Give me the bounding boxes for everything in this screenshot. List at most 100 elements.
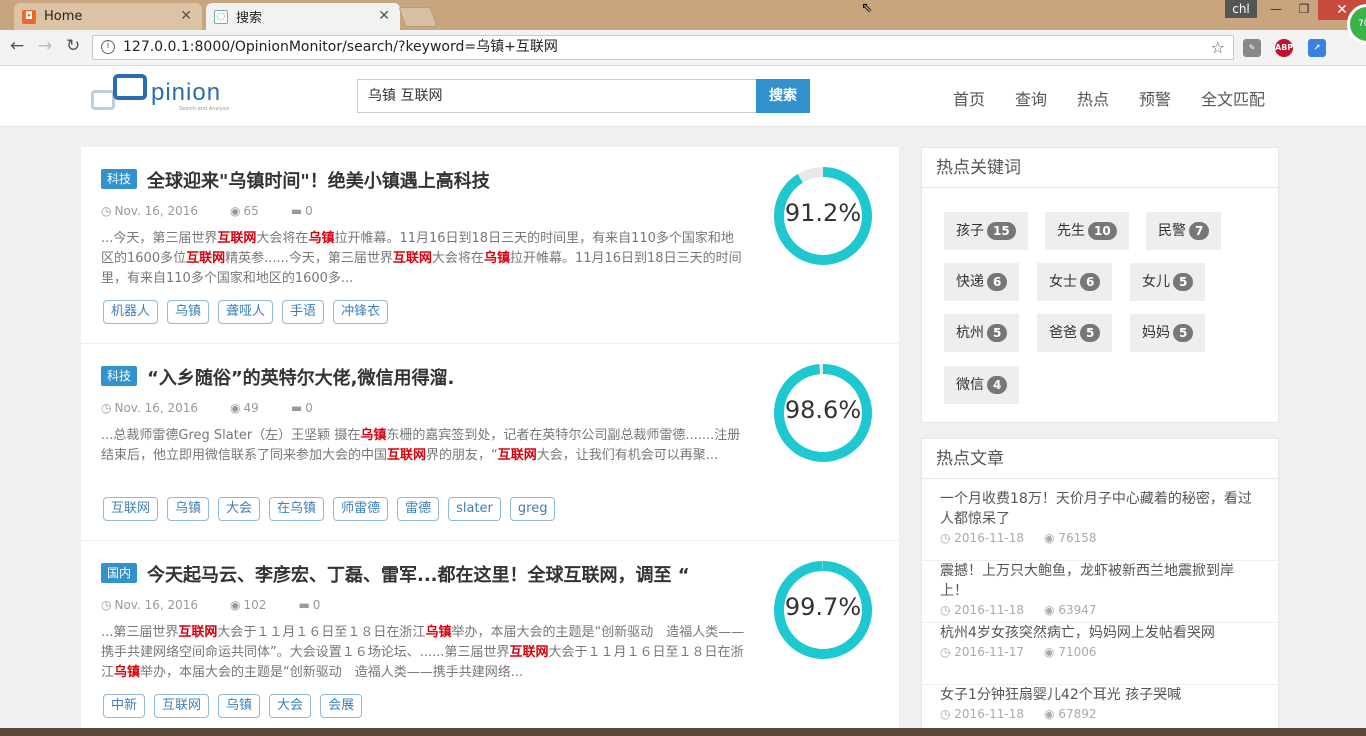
tag-chip[interactable]: 乌镇 xyxy=(167,300,210,324)
article-meta: ◷ Nov. 16, 2016 ◉ 49 ▬ 0 xyxy=(101,401,345,415)
snippet-text: 大会将在 xyxy=(431,251,484,266)
keyword-count-badge: 5 xyxy=(1173,273,1194,291)
relevance-ring: 98.6% xyxy=(772,362,874,464)
search-button[interactable]: 搜索 xyxy=(756,79,810,113)
nav-query[interactable]: 查询 xyxy=(1015,86,1047,110)
tag-chip[interactable]: slater xyxy=(448,497,501,521)
adblock-icon[interactable]: ABP xyxy=(1275,39,1293,57)
search-input[interactable]: 乌镇 互联网 xyxy=(357,79,757,113)
address-bar[interactable]: i 127.0.0.1:8000/OpinionMonitor/search/?… xyxy=(92,35,1234,60)
bookmark-star-icon[interactable]: ☆ xyxy=(1211,36,1225,59)
extension-translate-icon[interactable]: ✎ xyxy=(1243,39,1261,57)
keyword-chip[interactable]: 孩子 15 xyxy=(944,212,1028,250)
info-icon[interactable]: i xyxy=(101,40,115,54)
category-badge[interactable]: 国内 xyxy=(101,563,138,583)
hot-article-title[interactable]: 震撼！上万只大鲍鱼，龙虾被新西兰地震掀到岸上！ xyxy=(940,561,1260,601)
tag-chip[interactable]: 师雷德 xyxy=(333,497,389,521)
relevance-ring: 91.2% xyxy=(772,165,874,267)
keyword-highlight: 互联网 xyxy=(497,448,537,463)
keyword-label: 孩子 xyxy=(956,223,984,239)
category-badge[interactable]: 科技 xyxy=(101,366,138,386)
logo-bubble-front xyxy=(113,74,147,100)
relevance-score: 98.6% xyxy=(784,396,862,424)
keyword-chip[interactable]: 女儿 5 xyxy=(1130,263,1206,301)
keyword-chip[interactable]: 女士 6 xyxy=(1037,263,1113,301)
nav-hot[interactable]: 热点 xyxy=(1077,86,1109,110)
keyword-chip[interactable]: 先生 10 xyxy=(1045,212,1129,250)
hot-article-title[interactable]: 女子1分钟狂扇婴儿42个耳光 孩子哭喊 xyxy=(940,685,1260,705)
maximize-icon[interactable]: ❐ xyxy=(1290,0,1318,20)
keyword-chip[interactable]: 民警 7 xyxy=(1146,212,1222,250)
tab-home[interactable]: ◘ Home ✕ xyxy=(14,3,202,30)
tab-search[interactable]: ◌ 搜索 ✕ xyxy=(206,3,400,30)
tag-chip[interactable]: 大会 xyxy=(269,694,312,718)
tag-chip[interactable]: 互联网 xyxy=(154,694,210,718)
category-badge[interactable]: 科技 xyxy=(101,169,138,189)
hot-article-date: ◷ 2016-11-17 xyxy=(940,645,1025,659)
logo-bubble-back xyxy=(91,90,115,110)
profile-user-label[interactable]: chl xyxy=(1225,0,1257,18)
article-snippet: ...总裁师雷德Greg Slater（左）王坚颖 摄在乌镇东栅的嘉宾签到处，记… xyxy=(101,426,746,466)
extension-blue-icon[interactable]: ↗ xyxy=(1308,39,1326,57)
minimize-icon[interactable]: — xyxy=(1262,0,1290,20)
nav-fulltext[interactable]: 全文匹配 xyxy=(1201,86,1265,110)
hot-articles-title: 热点文章 xyxy=(922,439,1278,479)
article-list: 科技 全球迎来"乌镇时间"！绝美小镇遇上高科技 ◷ Nov. 16, 2016 ◉… xyxy=(81,147,899,736)
hot-article-item[interactable]: 一个月收费18万！天价月子中心藏着的秘密，看过人都惊呆了 ◷ 2016-11-18… xyxy=(922,489,1278,561)
forward-icon[interactable]: → xyxy=(38,36,52,56)
nav-home[interactable]: 首页 xyxy=(953,86,985,110)
hot-article-item[interactable]: 震撼！上万只大鲍鱼，龙虾被新西兰地震掀到岸上！ ◷ 2016-11-18 ◉ 639… xyxy=(922,561,1278,623)
article-date: Nov. 16, 2016 xyxy=(114,401,199,415)
article-date: Nov. 16, 2016 xyxy=(114,204,199,218)
hot-article-item[interactable]: 杭州4岁女孩突然病亡，妈妈网上发帖看哭网 ◷ 2016-11-17 ◉ 71006 xyxy=(922,623,1278,685)
tag-chip[interactable]: 冲锋衣 xyxy=(333,300,389,324)
article-title[interactable]: “入乡随俗”的英特尔大佬,微信用得溜. xyxy=(147,364,454,390)
article-title[interactable]: 全球迎来"乌镇时间"！绝美小镇遇上高科技 xyxy=(147,167,490,193)
hot-article-title[interactable]: 一个月收费18万！天价月子中心藏着的秘密，看过人都惊呆了 xyxy=(940,489,1260,529)
tag-chip[interactable]: 手语 xyxy=(282,300,325,324)
tag-chip[interactable]: 乌镇 xyxy=(167,497,210,521)
keyword-highlight: 互联网 xyxy=(509,645,549,660)
hot-article-views: ◉ 67892 xyxy=(1044,707,1097,721)
article-item: 科技 全球迎来"乌镇时间"！绝美小镇遇上高科技 ◷ Nov. 16, 2016 ◉… xyxy=(81,147,899,344)
snippet-text: 界的朋友，“ xyxy=(426,448,498,463)
clock-icon: ◷ xyxy=(101,598,112,612)
back-icon[interactable]: ← xyxy=(10,36,24,56)
tag-chip[interactable]: 中新 xyxy=(103,694,146,718)
article-snippet: ...第三届世界互联网大会于１１月１６日至１８日在浙江乌镇举办，本届大会的主题是… xyxy=(101,623,746,683)
tab-search-close-icon[interactable]: ✕ xyxy=(378,8,390,24)
keyword-chip[interactable]: 快递 6 xyxy=(944,263,1020,301)
article-views: 102 xyxy=(243,598,267,612)
tab-home-close-icon[interactable]: ✕ xyxy=(180,8,192,24)
logo-subtitle: Search and Analysis xyxy=(179,106,230,112)
tag-chip[interactable]: 雷德 xyxy=(397,497,440,521)
hot-article-title[interactable]: 杭州4岁女孩突然病亡，妈妈网上发帖看哭网 xyxy=(940,623,1260,643)
nav-alert[interactable]: 预警 xyxy=(1139,86,1171,110)
hot-keywords-panel: 热点关键词 孩子 15 先生 10 民警 7 快递 6 女士 6 女儿 5 杭州 5 爸爸 5 妈妈 5 微信 4 xyxy=(921,147,1279,423)
tag-chip[interactable]: 互联网 xyxy=(103,497,159,521)
browser-titlebar: ◘ Home ✕ ◌ 搜索 ✕ ⇖ chl — ❐ ✕ xyxy=(0,0,1366,30)
keyword-count-badge: 5 xyxy=(1173,324,1194,342)
keyword-chip[interactable]: 妈妈 5 xyxy=(1130,314,1206,352)
tag-chip[interactable]: greg xyxy=(509,497,556,521)
reload-icon[interactable]: ↻ xyxy=(66,36,80,56)
keyword-chip[interactable]: 杭州 5 xyxy=(944,314,1020,352)
comment-icon: ▬ xyxy=(298,598,310,612)
keyword-chip[interactable]: 微信 4 xyxy=(944,366,1020,404)
keyword-chip[interactable]: 爸爸 5 xyxy=(1037,314,1113,352)
tag-chip[interactable]: 会展 xyxy=(320,694,363,718)
opinion-logo[interactable]: pinion Search and Analysis xyxy=(91,74,241,116)
hot-article-meta: ◷ 2016-11-18 ◉ 76158 xyxy=(940,531,1260,545)
new-tab-button[interactable] xyxy=(398,7,438,27)
mouse-cursor-icon: ⇖ xyxy=(861,0,873,16)
tag-list: 互联网 乌镇 大会 在乌镇 师雷德 雷德 slater greg xyxy=(103,497,564,521)
tag-chip[interactable]: 乌镇 xyxy=(218,694,261,718)
keyword-label: 快递 xyxy=(956,274,984,290)
tag-chip[interactable]: 在乌镇 xyxy=(269,497,325,521)
article-title[interactable]: 今天起马云、李彦宏、丁磊、雷军...都在这里！全球互联网，调至 “ xyxy=(147,561,690,587)
relevance-ring: 99.7% xyxy=(772,559,874,661)
tag-chip[interactable]: 聋哑人 xyxy=(218,300,274,324)
url-text: 127.0.0.1:8000/OpinionMonitor/search/?ke… xyxy=(123,39,558,55)
tag-chip[interactable]: 机器人 xyxy=(103,300,159,324)
tag-chip[interactable]: 大会 xyxy=(218,497,261,521)
